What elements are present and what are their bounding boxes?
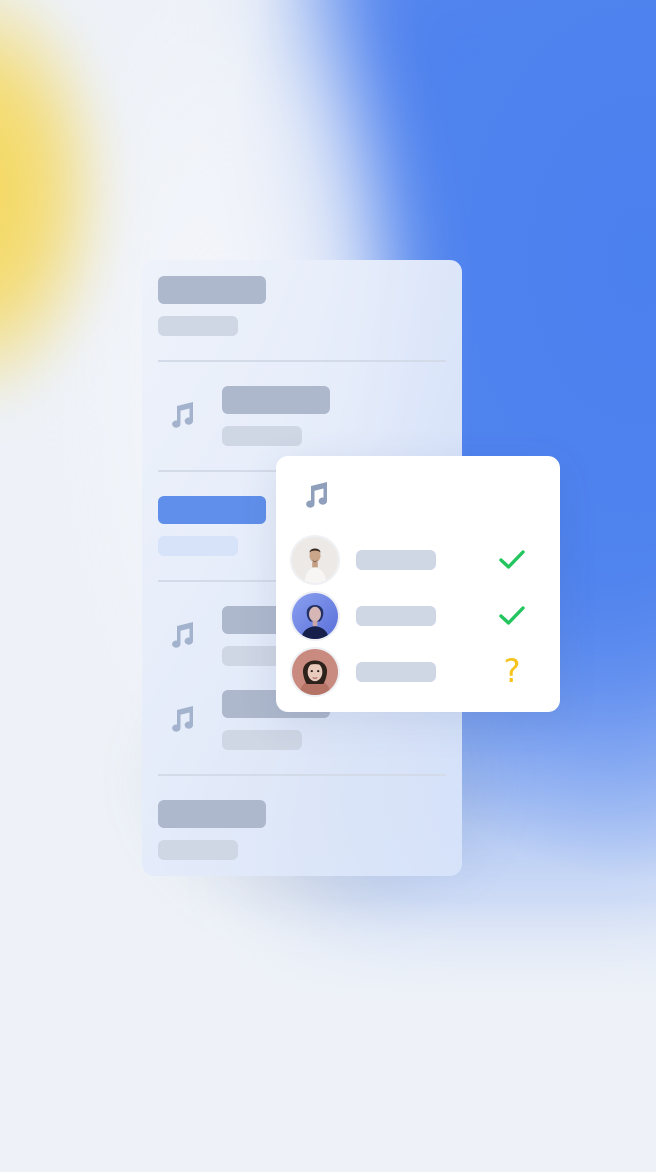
avatar [290, 647, 340, 697]
divider [158, 360, 446, 362]
title-placeholder [158, 276, 266, 304]
subtitle-placeholder [158, 316, 238, 336]
item-subtitle-placeholder [222, 730, 302, 750]
check-icon [496, 543, 528, 575]
music-note-icon [166, 619, 198, 651]
avatar [290, 591, 340, 641]
participant-name-placeholder [356, 550, 436, 570]
question-mark-icon: ? [503, 652, 521, 690]
check-icon [496, 599, 528, 631]
footer-title-placeholder [158, 800, 266, 828]
avatar [290, 535, 340, 585]
divider [158, 774, 446, 776]
music-note-icon [166, 703, 198, 735]
music-note-icon [300, 479, 332, 511]
item-subtitle-placeholder [222, 426, 302, 446]
participant-name-placeholder [356, 606, 436, 626]
participants-popup: ? [276, 456, 560, 712]
footer-subtitle-placeholder [158, 840, 238, 860]
selected-title-placeholder [158, 496, 266, 524]
selected-subtitle-placeholder [158, 536, 238, 556]
item-title-placeholder [222, 386, 330, 414]
music-note-icon [166, 399, 198, 431]
participant-name-placeholder [356, 662, 436, 682]
